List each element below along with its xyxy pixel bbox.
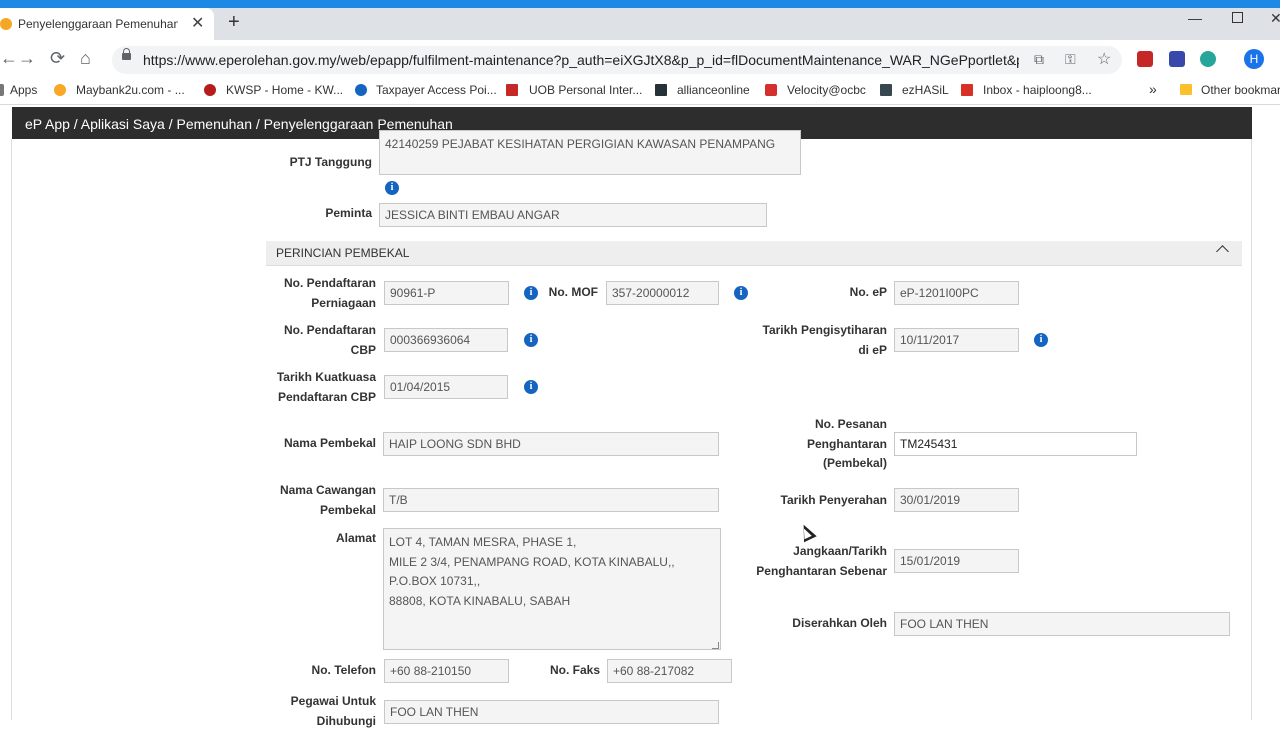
bookmark-alliance[interactable]: allianceonline bbox=[677, 83, 750, 97]
lock-icon bbox=[122, 48, 131, 60]
ptj-label: PTJ Tanggung bbox=[289, 155, 372, 169]
bookmark-kwsp[interactable]: KWSP - Home - KW... bbox=[226, 83, 343, 97]
bookmark-apps[interactable]: Apps bbox=[10, 83, 37, 97]
delivery-date-label: Jangkaan/Tarikh Penghantaran Sebenar bbox=[756, 544, 887, 578]
browser-tab[interactable]: Penyelenggaraan Pemenuhan - e ✕ bbox=[0, 8, 214, 40]
bookmark-ezhasil[interactable]: ezHASiL bbox=[902, 83, 949, 97]
supplier-name-label: Nama Pembekal bbox=[283, 436, 376, 450]
uob-icon bbox=[506, 84, 518, 96]
star-icon[interactable]: ☆ bbox=[1097, 49, 1111, 69]
new-tab-button[interactable]: + bbox=[228, 12, 240, 32]
extension-youtube-icon[interactable] bbox=[1137, 51, 1153, 67]
address-line: P.O.BOX 10731,, bbox=[389, 574, 481, 588]
supplier-name-field: HAIP LOONG SDN BHD bbox=[383, 432, 719, 456]
fax-field: +60 88-217082 bbox=[607, 659, 732, 683]
mof-field: 357-20000012 bbox=[606, 281, 719, 305]
cbp-effective-label: Tarikh Kuatkuasa Pendaftaran CBP bbox=[276, 370, 376, 404]
declaration-date-label: Tarikh Pengisytiharan di eP bbox=[762, 323, 887, 357]
peminta-label: Peminta bbox=[325, 206, 372, 220]
branch-field: T/B bbox=[383, 488, 719, 512]
bookmark-other[interactable]: Other bookmar bbox=[1201, 83, 1280, 97]
fax-label: No. Faks bbox=[549, 663, 600, 677]
phone-field: +60 88-210150 bbox=[384, 659, 509, 683]
ezhasil-icon bbox=[880, 84, 892, 96]
address-line: MILE 2 3/4, PENAMPANG ROAD, KOTA KINABAL… bbox=[389, 554, 675, 569]
cbp-effective-field: 01/04/2015 bbox=[384, 375, 508, 399]
profile-avatar[interactable]: H bbox=[1244, 49, 1264, 69]
section-header[interactable] bbox=[266, 241, 1242, 266]
reload-button[interactable]: ⟳ bbox=[50, 48, 65, 69]
address-line: LOT 4, TAMAN MESRA, PHASE 1, bbox=[389, 535, 577, 549]
ptj-info-icon[interactable]: i bbox=[385, 181, 399, 195]
declaration-date-info-icon[interactable]: i bbox=[1034, 333, 1048, 347]
apps-icon bbox=[0, 84, 4, 96]
address-textarea: LOT 4, TAMAN MESRA, PHASE 1, MILE 2 3/4,… bbox=[383, 528, 721, 650]
declaration-date-field: 10/11/2017 bbox=[894, 328, 1019, 352]
alliance-icon bbox=[655, 84, 667, 96]
bookmark-maybank[interactable]: Maybank2u.com - ... bbox=[76, 83, 185, 97]
submit-date-field: 30/01/2019 bbox=[894, 488, 1019, 512]
reg-no-label: No. Pendaftaran Perniagaan bbox=[283, 276, 376, 310]
home-button[interactable]: ⌂ bbox=[80, 48, 91, 69]
ep-label: No. eP bbox=[849, 285, 887, 299]
po-number-label: No. Pesanan Penghantaran (Pembekal) bbox=[806, 417, 887, 470]
extension-t-icon[interactable] bbox=[1200, 51, 1216, 67]
cbp-field: 000366936064 bbox=[384, 328, 508, 352]
phone-label: No. Telefon bbox=[311, 663, 376, 677]
gmail-icon bbox=[961, 84, 973, 96]
key-icon[interactable]: ⚿ bbox=[1065, 51, 1076, 68]
bookmark-uob[interactable]: UOB Personal Inter... bbox=[529, 83, 642, 97]
ptj-field: 42140259 PEJABAT KESIHATAN PERGIGIAN KAW… bbox=[379, 130, 801, 175]
delivery-date-field: 15/01/2019 bbox=[894, 549, 1019, 573]
more-bookmarks-icon[interactable]: » bbox=[1149, 81, 1157, 97]
tab-favicon-icon bbox=[0, 18, 12, 30]
reg-no-field: 90961-P bbox=[384, 281, 509, 305]
contact-officer-label: Pegawai Untuk Dihubungi bbox=[290, 694, 376, 728]
po-number-input[interactable]: TM245431 bbox=[894, 432, 1137, 456]
section-title: PERINCIAN PEMBEKAL bbox=[276, 246, 410, 260]
submitted-by-field: FOO LAN THEN bbox=[894, 612, 1230, 636]
ep-field: eP-1201I00PC bbox=[894, 281, 1019, 305]
branch-label: Nama Cawangan Pembekal bbox=[279, 483, 376, 517]
back-button[interactable]: ← bbox=[0, 48, 18, 69]
submitted-by-label: Diserahkan Oleh bbox=[792, 616, 887, 630]
cbp-effective-info-icon[interactable]: i bbox=[524, 380, 538, 394]
folder-icon bbox=[1180, 84, 1192, 95]
extension-download-icon[interactable] bbox=[1169, 51, 1185, 67]
cbp-info-icon[interactable]: i bbox=[524, 333, 538, 347]
tab-close-icon[interactable]: ✕ bbox=[191, 13, 204, 33]
content-left-border bbox=[11, 139, 12, 720]
cbp-label: No. Pendaftaran CBP bbox=[283, 323, 376, 357]
bookmark-velocity[interactable]: Velocity@ocbc bbox=[787, 83, 866, 97]
window-restore-button[interactable] bbox=[1232, 12, 1243, 23]
mof-info-icon[interactable]: i bbox=[734, 286, 748, 300]
mof-label: No. MOF bbox=[548, 285, 598, 299]
kwsp-icon bbox=[204, 84, 216, 96]
url-text[interactable]: https://www.eperolehan.gov.my/web/epapp/… bbox=[143, 52, 1019, 68]
velocity-icon bbox=[765, 84, 777, 96]
bookmark-inbox[interactable]: Inbox - haiploong8... bbox=[983, 83, 1092, 97]
address-line: 88808, KOTA KINABALU, SABAH bbox=[389, 593, 571, 608]
window-top-accent bbox=[0, 0, 1280, 8]
tab-title: Penyelenggaraan Pemenuhan - e bbox=[18, 17, 178, 31]
window-minimize-button[interactable]: — bbox=[1188, 10, 1202, 26]
resize-grip-icon[interactable] bbox=[712, 642, 719, 649]
window-close-button[interactable]: ✕ bbox=[1270, 10, 1280, 27]
address-label: Alamat bbox=[335, 531, 376, 545]
translate-icon[interactable]: ⧉ bbox=[1034, 51, 1044, 68]
maybank-icon bbox=[54, 84, 66, 96]
contact-officer-field: FOO LAN THEN bbox=[384, 700, 719, 724]
peminta-field: JESSICA BINTI EMBAU ANGAR bbox=[379, 203, 767, 227]
taxpayer-icon bbox=[355, 84, 367, 96]
forward-button[interactable]: → bbox=[18, 48, 36, 69]
content-right-border bbox=[1251, 139, 1252, 720]
bookmark-taxpayer[interactable]: Taxpayer Access Poi... bbox=[376, 83, 497, 97]
submit-date-label: Tarikh Penyerahan bbox=[780, 493, 888, 507]
